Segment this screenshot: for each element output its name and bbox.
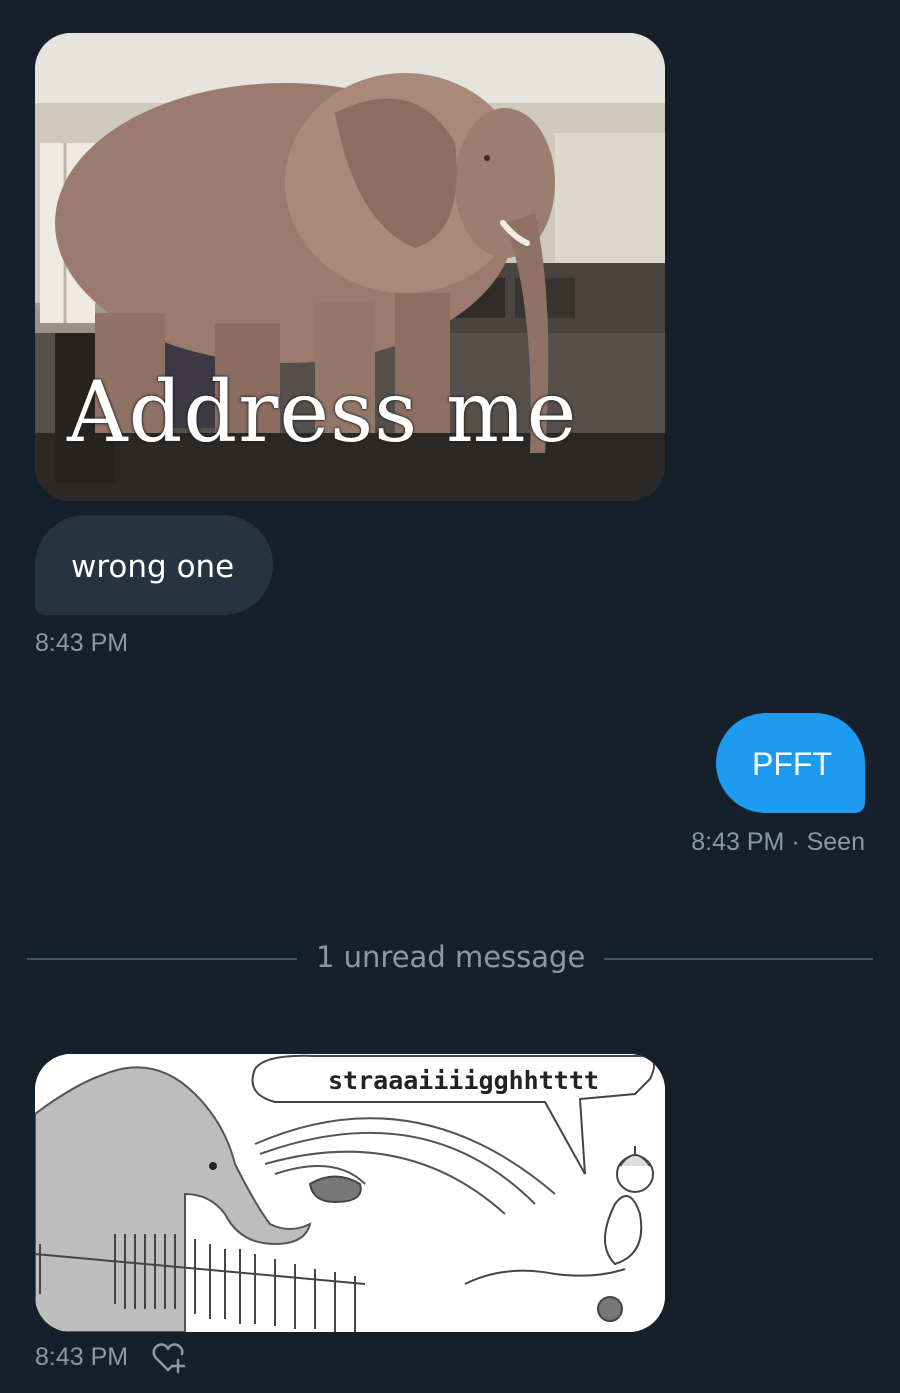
message-image-cartoon[interactable]: straaaiiiigghhtttt <box>35 1054 665 1332</box>
unread-divider-label: 1 unread message <box>316 940 586 974</box>
message-text: PFFT <box>752 746 832 782</box>
message-timestamp: 8:43 PM <box>35 629 129 657</box>
heart-plus-icon[interactable] <box>150 1340 186 1376</box>
message-timestamp-seen: 8:43 PM · Seen <box>691 828 865 856</box>
image-caption: Address me <box>67 363 578 461</box>
incoming-message-bubble[interactable]: wrong one <box>35 515 273 615</box>
speech-bubble-text: straaaiiiigghhtttt <box>328 1066 599 1095</box>
message-image-elephant[interactable]: Address me <box>35 33 665 501</box>
dm-conversation: { "messages": [ { "type": "image", "dire… <box>0 0 900 1393</box>
message-text: wrong one <box>71 549 235 585</box>
outgoing-message-bubble[interactable]: PFFT <box>716 713 865 813</box>
divider-line-left <box>27 958 297 960</box>
cartoon-image <box>35 1054 665 1332</box>
message-timestamp: 8:43 PM <box>35 1343 129 1371</box>
divider-line-right <box>604 958 873 960</box>
